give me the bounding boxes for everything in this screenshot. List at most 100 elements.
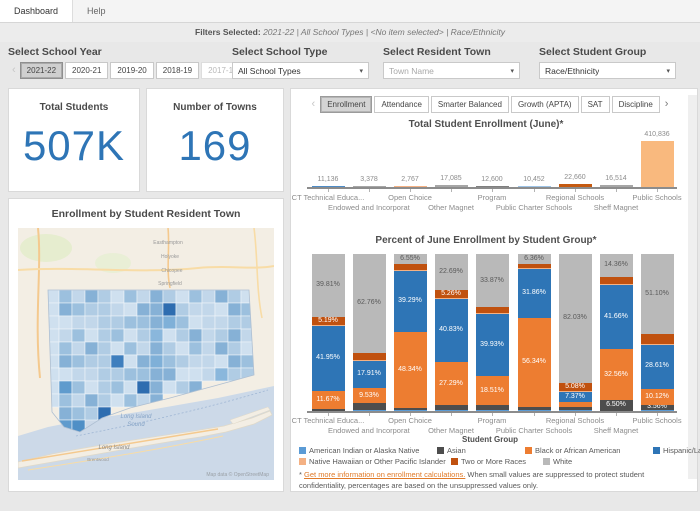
- town-shape[interactable]: [189, 329, 202, 342]
- report-tab-smarter-balanced[interactable]: Smarter Balanced: [431, 96, 509, 113]
- town-shape[interactable]: [163, 355, 176, 368]
- town-shape[interactable]: [137, 329, 150, 342]
- town-shape[interactable]: [150, 355, 163, 368]
- town-shape[interactable]: [150, 329, 163, 342]
- year-prev-arrow[interactable]: ‹: [8, 62, 20, 79]
- town-shape[interactable]: [176, 381, 189, 394]
- town-shape[interactable]: [72, 381, 85, 394]
- town-shape[interactable]: [228, 290, 241, 303]
- town-shape[interactable]: [85, 290, 98, 303]
- town-shape[interactable]: [176, 355, 189, 368]
- town-shape[interactable]: [98, 355, 111, 368]
- town-shape[interactable]: [163, 316, 176, 329]
- town-shape[interactable]: [85, 368, 98, 381]
- town-shape[interactable]: [137, 342, 150, 355]
- report-tab-attendance[interactable]: Attendance: [374, 96, 428, 113]
- town-shape[interactable]: [176, 303, 189, 316]
- school-type-dropdown[interactable]: All School Types ▾: [232, 62, 369, 79]
- town-shape[interactable]: [59, 368, 72, 381]
- town-shape[interactable]: [215, 368, 228, 381]
- report-tab-enrollment[interactable]: Enrollment: [320, 96, 372, 113]
- town-shape[interactable]: [72, 329, 85, 342]
- choropleth-map[interactable]: EasthamptonHolyokeChicopeeSpringfield Lo…: [18, 228, 274, 480]
- town-shape[interactable]: [111, 290, 124, 303]
- town-shape[interactable]: [137, 303, 150, 316]
- town-shape[interactable]: [111, 355, 124, 368]
- legend-item-white[interactable]: White: [543, 457, 603, 466]
- town-shape[interactable]: [215, 342, 228, 355]
- town-shape[interactable]: [59, 381, 72, 394]
- segment-asian-endowed-and-incorporate[interactable]: [353, 403, 386, 410]
- town-shape[interactable]: [124, 368, 137, 381]
- town-shape[interactable]: [59, 355, 72, 368]
- report-tabs-prev-arrow[interactable]: ‹: [308, 96, 320, 113]
- town-shape[interactable]: [85, 303, 98, 316]
- legend-item-two-or-more-races[interactable]: Two or More Races: [451, 457, 543, 466]
- town-shape[interactable]: [98, 342, 111, 355]
- town-shape[interactable]: [176, 290, 189, 303]
- segment-two-or-more-races-program[interactable]: [476, 307, 509, 313]
- town-shape[interactable]: [215, 355, 228, 368]
- town-shape[interactable]: [59, 303, 72, 316]
- town-shape[interactable]: [150, 303, 163, 316]
- town-shape[interactable]: [72, 342, 85, 355]
- town-shape[interactable]: [124, 381, 137, 394]
- town-shape[interactable]: [85, 407, 98, 420]
- town-shape[interactable]: [176, 329, 189, 342]
- year-button-2019-20[interactable]: 2019-20: [110, 62, 153, 79]
- town-shape[interactable]: [202, 303, 215, 316]
- town-shape[interactable]: [241, 355, 254, 368]
- town-shape[interactable]: [150, 290, 163, 303]
- segment-black-or-african-american-regional-schools[interactable]: [559, 402, 592, 406]
- map-svg[interactable]: EasthamptonHolyokeChicopeeSpringfield Lo…: [18, 228, 274, 480]
- town-shape[interactable]: [137, 381, 150, 394]
- town-shape[interactable]: [202, 355, 215, 368]
- town-shape[interactable]: [59, 329, 72, 342]
- legend-item-asian[interactable]: Asian: [437, 446, 525, 455]
- segment-asian-regional-schools[interactable]: [559, 407, 592, 410]
- town-shape[interactable]: [124, 329, 137, 342]
- town-shape[interactable]: [124, 303, 137, 316]
- scrollbar-track[interactable]: [688, 95, 697, 479]
- year-button-2017-18[interactable]: 2017-18: [201, 62, 233, 79]
- town-shape[interactable]: [59, 394, 72, 407]
- town-shape[interactable]: [202, 316, 215, 329]
- town-shape[interactable]: [85, 342, 98, 355]
- year-button-2020-21[interactable]: 2020-21: [65, 62, 108, 79]
- town-shape[interactable]: [163, 329, 176, 342]
- segment-two-or-more-races-endowed-and-incorporate[interactable]: [353, 353, 386, 360]
- window-tab-dashboard[interactable]: Dashboard: [0, 0, 73, 22]
- town-shape[interactable]: [163, 381, 176, 394]
- town-shape[interactable]: [189, 368, 202, 381]
- town-shape[interactable]: [59, 316, 72, 329]
- town-shape[interactable]: [189, 355, 202, 368]
- town-shape[interactable]: [150, 381, 163, 394]
- town-shape[interactable]: [137, 368, 150, 381]
- town-shape[interactable]: [98, 368, 111, 381]
- town-shape[interactable]: [85, 355, 98, 368]
- town-shape[interactable]: [150, 342, 163, 355]
- town-shape[interactable]: [111, 381, 124, 394]
- town-shape[interactable]: [228, 316, 241, 329]
- town-shape[interactable]: [137, 316, 150, 329]
- legend-item-american-indian-or-alaska-native[interactable]: American Indian or Alaska Native: [299, 446, 437, 455]
- town-shape[interactable]: [163, 303, 176, 316]
- town-shape[interactable]: [98, 329, 111, 342]
- town-shape[interactable]: [189, 303, 202, 316]
- segment-asian-open-choice[interactable]: [394, 408, 427, 411]
- legend-item-native-hawaiian-or-other-pacific-islander[interactable]: Native Hawaiian or Other Pacific Islande…: [299, 457, 451, 466]
- town-shape[interactable]: [98, 316, 111, 329]
- town-shape[interactable]: [202, 329, 215, 342]
- legend-item-hispanic-latino-of-any-race[interactable]: Hispanic/Latino of any race: [653, 446, 700, 455]
- town-shape[interactable]: [124, 394, 137, 407]
- town-shape[interactable]: [215, 316, 228, 329]
- town-shape[interactable]: [176, 368, 189, 381]
- town-shape[interactable]: [72, 368, 85, 381]
- town-shape[interactable]: [228, 303, 241, 316]
- segment-asian-other-magnet[interactable]: [435, 405, 468, 410]
- report-tab-sat[interactable]: SAT: [581, 96, 610, 113]
- enrollment-calculations-link[interactable]: Get more information on enrollment calcu…: [304, 470, 465, 479]
- town-shape[interactable]: [111, 368, 124, 381]
- town-shape[interactable]: [85, 329, 98, 342]
- town-shape[interactable]: [137, 355, 150, 368]
